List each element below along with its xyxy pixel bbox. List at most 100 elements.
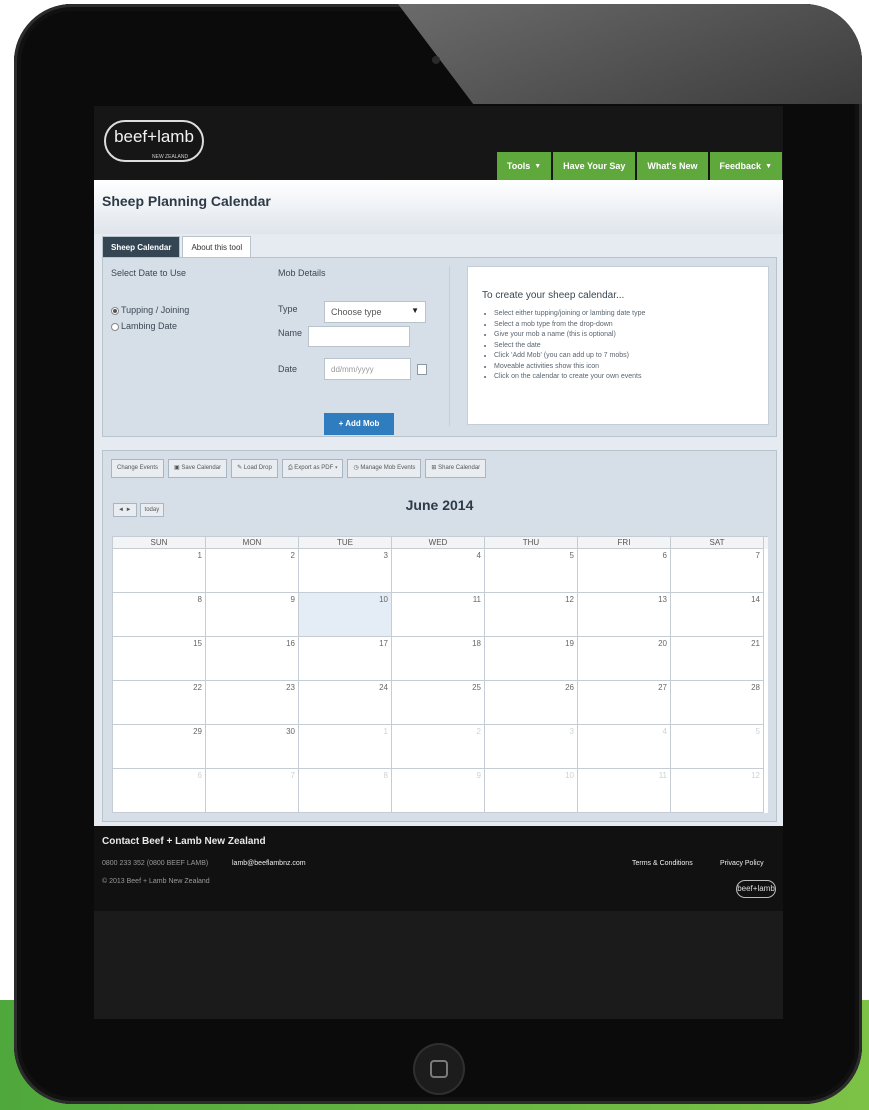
radio-lambing[interactable] xyxy=(111,323,119,331)
weekday-label: TUE xyxy=(299,537,392,549)
instructions-title: To create your sheep calendar... xyxy=(482,290,625,301)
nav-whats-new[interactable]: What's New xyxy=(637,152,708,180)
nav-have-your-say[interactable]: Have Your Say xyxy=(553,152,636,180)
day-cell[interactable]: 22 xyxy=(113,681,206,725)
change-events-button[interactable]: Change Events xyxy=(111,459,165,478)
calendar-icon[interactable] xyxy=(417,364,427,375)
footer-logo: beef+lamb xyxy=(736,880,776,898)
export-pdf-button[interactable]: ⎙ Export as PDF ▾ xyxy=(281,459,344,478)
manage-mob-events-button[interactable]: ◷ Manage Mob Events xyxy=(347,459,422,478)
day-cell[interactable]: 15 xyxy=(113,637,206,681)
day-cell[interactable]: 26 xyxy=(485,681,578,725)
day-cell[interactable]: 4 xyxy=(392,549,485,593)
calendar-week: 1 2 3 4 5 6 7 xyxy=(113,549,768,593)
bezel-glare xyxy=(398,4,862,104)
day-cell[interactable]: 24 xyxy=(299,681,392,725)
day-cell-other-month[interactable]: 6 xyxy=(113,769,206,813)
mob-details-heading: Mob Details xyxy=(278,268,326,278)
instruction-item: Select a mob type from the drop-down xyxy=(494,320,645,331)
day-cell-today[interactable]: 10 xyxy=(299,593,392,637)
calendar-week: 22 23 24 25 26 27 28 xyxy=(113,681,768,725)
footer-email-link[interactable]: lamb@beeflambnz.com xyxy=(232,860,306,867)
day-cell-other-month[interactable]: 2 xyxy=(392,725,485,769)
day-cell[interactable]: 2 xyxy=(206,549,299,593)
calendar-week: 8 9 10 11 12 13 14 xyxy=(113,593,768,637)
day-cell-other-month[interactable]: 11 xyxy=(578,769,671,813)
day-cell[interactable]: 28 xyxy=(671,681,764,725)
privacy-link[interactable]: Privacy Policy xyxy=(720,860,764,867)
name-label: Name xyxy=(278,328,303,338)
instructions-list: Select either tupping/joining or lambing… xyxy=(482,309,645,383)
day-cell-other-month[interactable]: 3 xyxy=(485,725,578,769)
instruction-item: Click on the calendar to create your own… xyxy=(494,372,645,383)
radio-tupping-label[interactable]: Tupping / Joining xyxy=(121,305,189,315)
weekday-label: SUN xyxy=(113,537,206,549)
calendar-grid: SUN MON TUE WED THU FRI SAT 1 2 3 4 5 6 … xyxy=(112,536,768,813)
day-cell-other-month[interactable]: 4 xyxy=(578,725,671,769)
day-cell[interactable]: 6 xyxy=(578,549,671,593)
tab-bar: Sheep Calendar About this tool xyxy=(102,236,253,259)
tab-about-tool[interactable]: About this tool xyxy=(182,236,252,259)
day-cell[interactable]: 29 xyxy=(113,725,206,769)
day-cell[interactable]: 30 xyxy=(206,725,299,769)
day-cell-other-month[interactable]: 1 xyxy=(299,725,392,769)
day-cell[interactable]: 17 xyxy=(299,637,392,681)
day-cell[interactable]: 3 xyxy=(299,549,392,593)
day-cell-other-month[interactable]: 9 xyxy=(392,769,485,813)
day-cell[interactable]: 13 xyxy=(578,593,671,637)
weekday-label: WED xyxy=(392,537,485,549)
load-drop-button[interactable]: ✎ Load Drop xyxy=(231,459,278,478)
day-cell[interactable]: 16 xyxy=(206,637,299,681)
nav-tools[interactable]: Tools ▼ xyxy=(496,152,552,180)
day-cell[interactable]: 18 xyxy=(392,637,485,681)
calendar-week: 15 16 17 18 19 20 21 xyxy=(113,637,768,681)
day-cell[interactable]: 21 xyxy=(671,637,764,681)
day-cell[interactable]: 20 xyxy=(578,637,671,681)
tab-sheep-calendar[interactable]: Sheep Calendar xyxy=(102,236,181,259)
footer-phone: 0800 233 352 (0800 BEEF LAMB) xyxy=(102,860,209,867)
weekday-label: THU xyxy=(485,537,578,549)
mob-date-input[interactable]: dd/mm/yyyy xyxy=(324,358,411,380)
day-cell[interactable]: 23 xyxy=(206,681,299,725)
radio-lambing-label[interactable]: Lambing Date xyxy=(121,321,177,331)
divider xyxy=(449,266,450,426)
instruction-item: Moveable activities show this icon xyxy=(494,362,645,373)
page-bottom xyxy=(94,911,783,1019)
chevron-down-icon: ▼ xyxy=(411,306,419,315)
month-title: June 2014 xyxy=(405,497,474,513)
day-cell[interactable]: 11 xyxy=(392,593,485,637)
home-button[interactable] xyxy=(413,1043,465,1095)
day-cell[interactable]: 9 xyxy=(206,593,299,637)
nav-feedback[interactable]: Feedback ▼ xyxy=(709,152,782,180)
day-cell[interactable]: 8 xyxy=(113,593,206,637)
day-cell-other-month[interactable]: 12 xyxy=(671,769,764,813)
day-cell-other-month[interactable]: 7 xyxy=(206,769,299,813)
day-cell-other-month[interactable]: 8 xyxy=(299,769,392,813)
mob-name-input[interactable] xyxy=(308,326,410,347)
date-type-heading: Select Date to Use xyxy=(111,268,187,278)
mob-type-select[interactable]: Choose type ▼ xyxy=(324,301,426,323)
weekday-header: SUN MON TUE WED THU FRI SAT xyxy=(113,537,768,549)
share-calendar-button[interactable]: ⊞ Share Calendar xyxy=(425,459,487,478)
weekday-label: MON xyxy=(206,537,299,549)
instruction-item: Select either tupping/joining or lambing… xyxy=(494,309,645,320)
day-cell[interactable]: 19 xyxy=(485,637,578,681)
day-cell[interactable]: 5 xyxy=(485,549,578,593)
day-cell[interactable]: 1 xyxy=(113,549,206,593)
calendar-toolbar: Change Events ▣ Save Calendar ✎ Load Dro… xyxy=(111,459,490,478)
day-cell[interactable]: 12 xyxy=(485,593,578,637)
day-cell-other-month[interactable]: 10 xyxy=(485,769,578,813)
chevron-down-icon: ▼ xyxy=(765,162,772,170)
save-calendar-button[interactable]: ▣ Save Calendar xyxy=(168,459,228,478)
day-cell[interactable]: 14 xyxy=(671,593,764,637)
add-mob-button[interactable]: + Add Mob xyxy=(324,413,394,435)
home-icon xyxy=(430,1060,448,1078)
day-cell[interactable]: 7 xyxy=(671,549,764,593)
radio-tupping[interactable] xyxy=(111,307,119,315)
day-cell-other-month[interactable]: 5 xyxy=(671,725,764,769)
terms-link[interactable]: Terms & Conditions xyxy=(632,860,693,867)
chevron-down-icon: ▼ xyxy=(534,162,542,170)
instructions-box: To create your sheep calendar... Select … xyxy=(467,266,769,425)
day-cell[interactable]: 27 xyxy=(578,681,671,725)
day-cell[interactable]: 25 xyxy=(392,681,485,725)
